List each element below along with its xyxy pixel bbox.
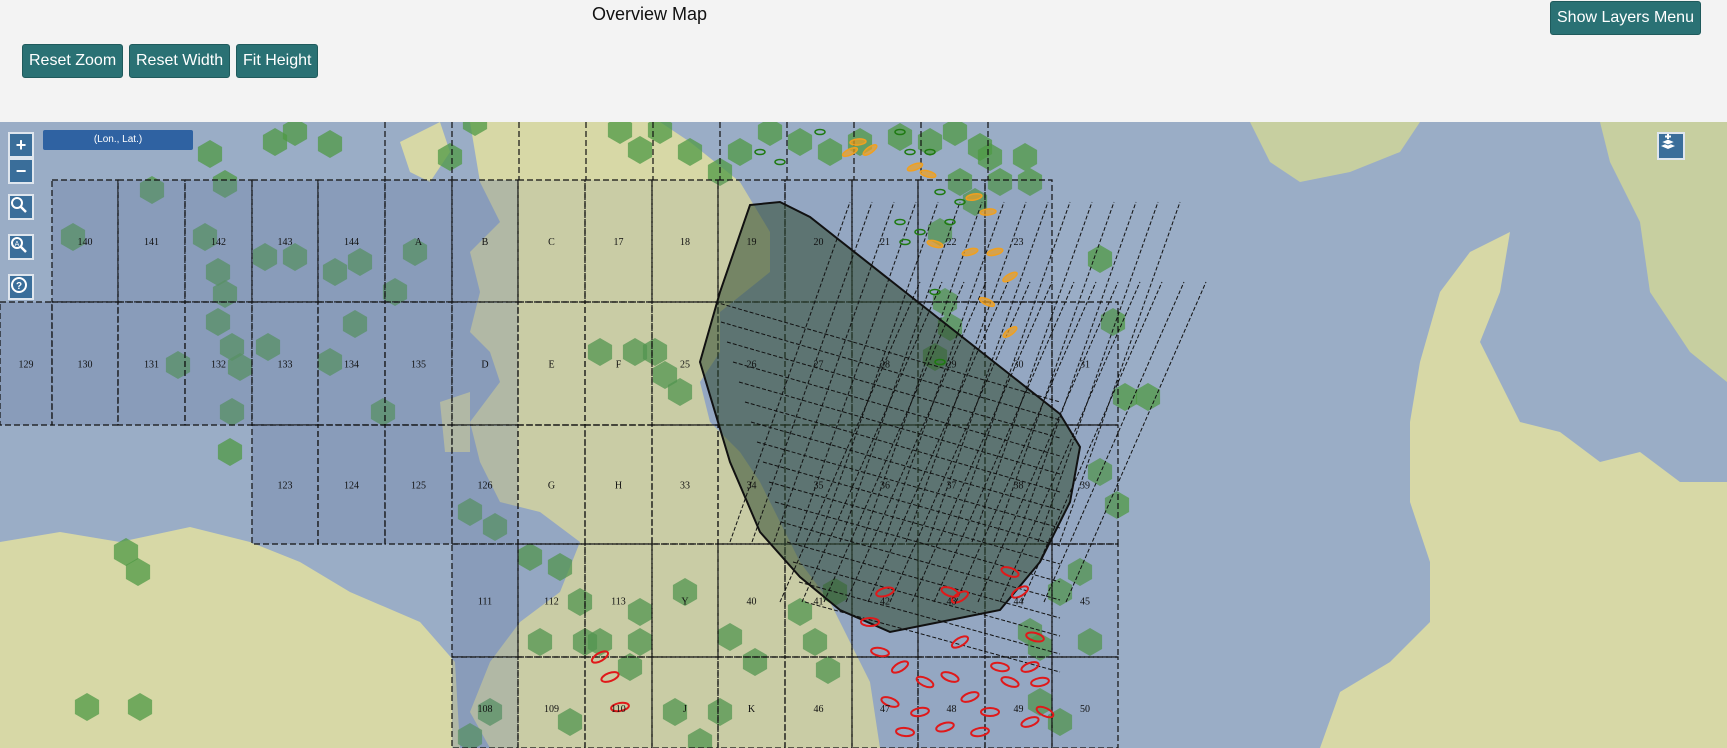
block-label: 134 xyxy=(344,360,359,371)
block-label: 140 xyxy=(78,237,93,248)
block-label: 18 xyxy=(680,237,690,248)
licence-block xyxy=(717,656,786,748)
coordinate-readout: (Lon., Lat.) xyxy=(43,130,193,150)
block-label: 33 xyxy=(680,481,690,492)
map-canvas[interactable]: 140 141 142 143 144 A B C 17 18 19 20 21 22 23 129 130 13… xyxy=(0,122,1727,748)
page-title: Overview Map xyxy=(592,4,708,24)
field-outline xyxy=(849,138,867,146)
block-label: 131 xyxy=(144,360,159,371)
block-label: J xyxy=(683,704,687,715)
block-label: D xyxy=(481,360,488,371)
block-label: 20 xyxy=(814,237,824,248)
help-icon[interactable]: ? xyxy=(8,274,34,300)
block-label: 50 xyxy=(1080,704,1090,715)
block-label: 46 xyxy=(814,704,824,715)
block-label: 126 xyxy=(478,481,493,492)
map-viewport[interactable]: 140 141 142 143 144 A B C 17 18 19 20 21 22 23 129 130 13… xyxy=(0,122,1727,748)
block-label: 48 xyxy=(947,704,957,715)
block-label: 144 xyxy=(344,237,359,248)
block-label: 17 xyxy=(614,237,624,248)
show-layers-menu-button[interactable]: Show Layers Menu xyxy=(1550,1,1701,35)
block-label: 28 xyxy=(880,360,890,371)
block-label: 30 xyxy=(1014,360,1024,371)
block-label: 132 xyxy=(211,360,226,371)
fit-height-button[interactable]: Fit Height xyxy=(236,44,319,78)
block-label: 21 xyxy=(880,237,890,248)
zoom-region-icon[interactable]: A xyxy=(8,234,34,260)
block-label: 40 xyxy=(747,597,757,608)
block-label: 143 xyxy=(278,237,293,248)
block-label: A xyxy=(415,237,423,248)
block-label: 23 xyxy=(1014,237,1024,248)
block-label: G xyxy=(548,481,555,492)
block-label: 37 xyxy=(947,481,957,492)
block-label: 125 xyxy=(411,481,426,492)
block-label: 129 xyxy=(19,360,34,371)
licence-block xyxy=(1051,656,1119,748)
layers-icon[interactable] xyxy=(1657,132,1685,160)
block-label: 42 xyxy=(880,597,890,608)
licence-block xyxy=(784,656,853,748)
block-label: 108 xyxy=(478,704,493,715)
block-label: 135 xyxy=(411,360,426,371)
block-label: 38 xyxy=(1014,481,1024,492)
block-label: H xyxy=(615,481,622,492)
search-icon[interactable] xyxy=(8,194,34,220)
block-label: B xyxy=(482,237,489,248)
block-label: 142 xyxy=(211,237,226,248)
block-label: 26 xyxy=(747,360,757,371)
block-label: 133 xyxy=(278,360,293,371)
block-label: 47 xyxy=(880,704,890,715)
zoom-in-button[interactable]: + xyxy=(8,132,34,158)
licence-block xyxy=(851,656,919,748)
block-label: 36 xyxy=(880,481,890,492)
block-label: C xyxy=(548,237,555,248)
block-label: 124 xyxy=(344,481,359,492)
block-label: 45 xyxy=(1080,597,1090,608)
licence-block xyxy=(651,656,719,748)
block-label: 31 xyxy=(1080,360,1090,371)
block-label: 130 xyxy=(78,360,93,371)
svg-text:A: A xyxy=(15,241,20,248)
block-label: K xyxy=(748,704,756,715)
licence-block xyxy=(917,656,986,748)
block-label: 34 xyxy=(747,481,757,492)
block-label: 19 xyxy=(747,237,757,248)
block-label: 113 xyxy=(611,597,626,608)
svg-text:?: ? xyxy=(16,281,22,292)
block-label: 22 xyxy=(947,237,957,248)
field-outline xyxy=(979,208,997,216)
licence-block xyxy=(451,656,519,748)
block-label: 43 xyxy=(947,597,957,608)
reset-zoom-button[interactable]: Reset Zoom xyxy=(22,44,124,78)
block-label: 110 xyxy=(611,704,626,715)
block-label: 35 xyxy=(814,481,824,492)
reset-width-button[interactable]: Reset Width xyxy=(129,44,231,78)
block-label: 112 xyxy=(544,597,559,608)
block-label: F xyxy=(616,360,622,371)
block-label: 44 xyxy=(1014,597,1024,608)
block-label: 25 xyxy=(680,360,690,371)
block-label: 29 xyxy=(947,360,957,371)
block-label: 41 xyxy=(814,597,824,608)
block-label: 141 xyxy=(144,237,159,248)
licence-block xyxy=(517,656,586,748)
block-label: 111 xyxy=(478,597,492,608)
block-label: 39 xyxy=(1080,481,1090,492)
block-label: E xyxy=(548,360,554,371)
block-label: 27 xyxy=(814,360,824,371)
block-label: 49 xyxy=(1014,704,1024,715)
zoom-out-button[interactable]: − xyxy=(8,158,34,184)
block-label: 123 xyxy=(278,481,293,492)
block-label: Y xyxy=(681,597,688,608)
block-label: 109 xyxy=(544,704,559,715)
